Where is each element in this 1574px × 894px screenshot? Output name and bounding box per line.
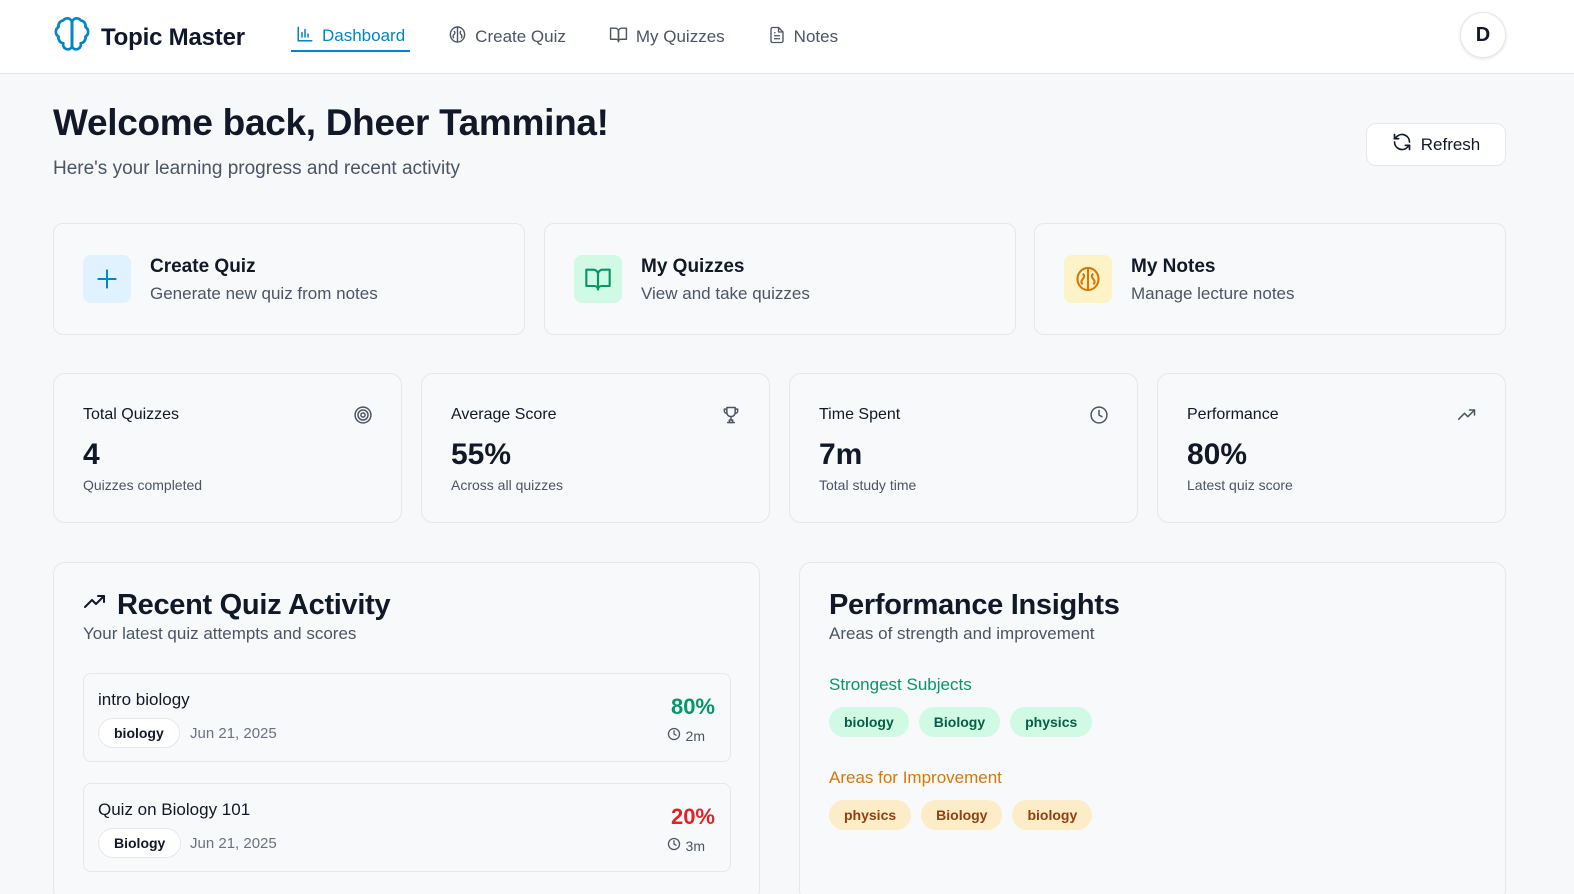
quiz-date: Jun 21, 2025 <box>190 835 277 852</box>
nav-notes-label: Notes <box>793 27 839 46</box>
nav-create-quiz-label: Create Quiz <box>475 27 566 46</box>
stat-value: 4 <box>83 438 100 471</box>
book-open-icon <box>574 255 622 303</box>
nav-create-quiz[interactable]: Create Quiz <box>443 22 571 52</box>
stat-note: Total study time <box>819 477 917 493</box>
stat-value: 80% <box>1187 438 1248 471</box>
improvement-areas-list: physics Biology biology <box>829 800 1093 830</box>
stat-note: Across all quizzes <box>451 477 564 493</box>
subject-chip: physics <box>1010 707 1093 737</box>
nav-my-quizzes-label: My Quizzes <box>635 27 725 46</box>
quiz-date: Jun 21, 2025 <box>190 725 277 742</box>
nav-notes[interactable]: Notes <box>763 22 843 52</box>
brand[interactable]: Topic Master <box>53 16 245 59</box>
stat-value: 55% <box>451 438 512 471</box>
plus-icon <box>83 255 131 303</box>
quiz-duration-value: 2m <box>685 727 705 744</box>
my-notes-card-description: Manage lecture notes <box>1131 284 1295 303</box>
main-nav: Dashboard Create Quiz My Quizzes Notes <box>291 22 876 52</box>
improvement-areas-heading: Areas for Improvement <box>829 768 1002 787</box>
stat-card-time-spent: Time Spent 7m Total study time <box>789 373 1138 523</box>
refresh-button[interactable]: Refresh <box>1366 123 1506 166</box>
recent-activity-heading: Recent Quiz Activity <box>83 589 391 622</box>
create-quiz-card-title: Create Quiz <box>150 256 256 277</box>
my-quizzes-card-title: My Quizzes <box>641 256 745 277</box>
clock-icon <box>1089 405 1109 430</box>
stat-label: Total Quizzes <box>83 406 180 423</box>
page-subtitle: Here's your learning progress and recent… <box>53 158 461 179</box>
stat-label: Average Score <box>451 406 557 423</box>
trending-up-icon <box>1457 405 1477 430</box>
brain-icon <box>1064 255 1112 303</box>
my-quizzes-card-description: View and take quizzes <box>641 284 810 303</box>
subject-tag: Biology <box>98 828 182 858</box>
quiz-activity-row[interactable]: Quiz on Biology 101 Biology Jun 21, 2025… <box>83 783 731 872</box>
target-icon <box>353 405 373 430</box>
strongest-subjects-list: biology Biology physics <box>829 707 1093 737</box>
my-notes-card[interactable]: My Notes Manage lecture notes <box>1034 223 1506 335</box>
file-text-icon <box>768 26 786 49</box>
stat-label: Performance <box>1187 406 1279 423</box>
top-navigation-bar: Topic Master Dashboard Create Quiz My Qu… <box>0 0 1574 74</box>
performance-insights-title: Performance Insights <box>829 589 1120 621</box>
quiz-duration: 2m <box>667 727 705 744</box>
book-open-icon <box>609 25 628 49</box>
subject-tag: biology <box>98 718 180 748</box>
refresh-label: Refresh <box>1420 134 1481 154</box>
quiz-name: Quiz on Biology 101 <box>98 800 251 819</box>
subject-chip: Biology <box>918 707 1001 737</box>
stat-card-average-score: Average Score 55% Across all quizzes <box>421 373 770 523</box>
brain-logo-icon <box>53 16 91 59</box>
nav-dashboard[interactable]: Dashboard <box>291 22 411 52</box>
stat-note: Latest quiz score <box>1187 477 1293 493</box>
stat-value: 7m <box>819 438 863 471</box>
quiz-score: 20% <box>670 804 715 829</box>
subject-chip: Biology <box>921 800 1003 830</box>
nav-my-quizzes[interactable]: My Quizzes <box>604 22 730 52</box>
quiz-name: intro biology <box>98 690 190 709</box>
create-quiz-card-description: Generate new quiz from notes <box>150 284 378 303</box>
subject-chip: physics <box>829 800 912 830</box>
subject-chip: biology <box>829 707 909 737</box>
my-quizzes-card[interactable]: My Quizzes View and take quizzes <box>544 223 1016 335</box>
quiz-duration: 3m <box>667 837 705 854</box>
create-quiz-card[interactable]: Create Quiz Generate new quiz from notes <box>53 223 525 335</box>
clock-icon <box>667 727 681 744</box>
brain-icon <box>448 25 467 49</box>
quiz-activity-row[interactable]: intro biology biology Jun 21, 2025 80% 2… <box>83 673 731 762</box>
trophy-icon <box>721 405 741 430</box>
stat-card-total-quizzes: Total Quizzes 4 Quizzes completed <box>53 373 402 523</box>
performance-insights-panel: Performance Insights Areas of strength a… <box>799 562 1506 894</box>
quiz-score: 80% <box>670 694 715 719</box>
stat-card-performance: Performance 80% Latest quiz score <box>1157 373 1506 523</box>
refresh-icon <box>1392 132 1412 157</box>
performance-insights-subtitle: Areas of strength and improvement <box>829 624 1095 643</box>
recent-activity-panel: Recent Quiz Activity Your latest quiz at… <box>53 562 760 894</box>
user-avatar[interactable]: D <box>1460 12 1506 58</box>
strongest-subjects-heading: Strongest Subjects <box>829 675 972 694</box>
app-name: Topic Master <box>101 23 245 51</box>
recent-activity-subtitle: Your latest quiz attempts and scores <box>83 624 357 643</box>
subject-chip: biology <box>1012 800 1093 830</box>
quiz-duration-value: 3m <box>685 837 705 854</box>
recent-activity-title: Recent Quiz Activity <box>117 589 391 621</box>
stat-label: Time Spent <box>819 406 901 423</box>
stat-note: Quizzes completed <box>83 477 203 493</box>
trending-up-icon <box>83 589 107 622</box>
page-title: Welcome back, Dheer Tammina! <box>53 102 609 143</box>
nav-dashboard-label: Dashboard <box>322 26 406 45</box>
bar-chart-icon <box>296 25 314 48</box>
clock-icon <box>667 837 681 854</box>
my-notes-card-title: My Notes <box>1131 256 1216 277</box>
